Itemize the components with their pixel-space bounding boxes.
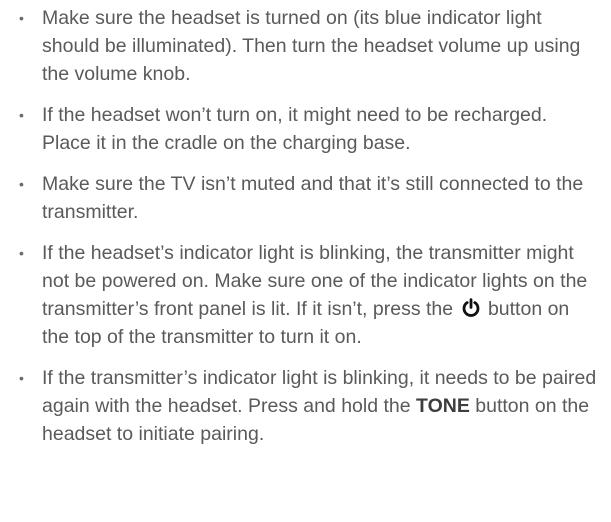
- list-item: • If the headset’s indicator light is bl…: [10, 239, 599, 351]
- list-item: • Make sure the TV isn’t muted and that …: [10, 170, 599, 226]
- power-icon: [461, 298, 481, 318]
- list-item: • If the transmitter’s indicator light i…: [10, 364, 599, 448]
- list-item: • Make sure the headset is turned on (it…: [10, 4, 599, 88]
- tone-button-label: TONE: [416, 395, 470, 417]
- item-text: Make sure the headset is turned on (its …: [42, 7, 581, 85]
- instructions-page: • Make sure the headset is turned on (it…: [0, 0, 611, 522]
- item-text: If the headset won’t turn on, it might n…: [42, 104, 548, 154]
- bullet-icon: •: [19, 370, 24, 386]
- bullet-icon: •: [19, 176, 24, 192]
- item-text: Make sure the TV isn’t muted and that it…: [42, 173, 584, 223]
- list-item: • If the headset won’t turn on, it might…: [10, 101, 599, 157]
- troubleshooting-list: • Make sure the headset is turned on (it…: [10, 4, 599, 448]
- bullet-icon: •: [19, 107, 24, 123]
- bullet-icon: •: [19, 245, 24, 261]
- bullet-icon: •: [19, 10, 24, 26]
